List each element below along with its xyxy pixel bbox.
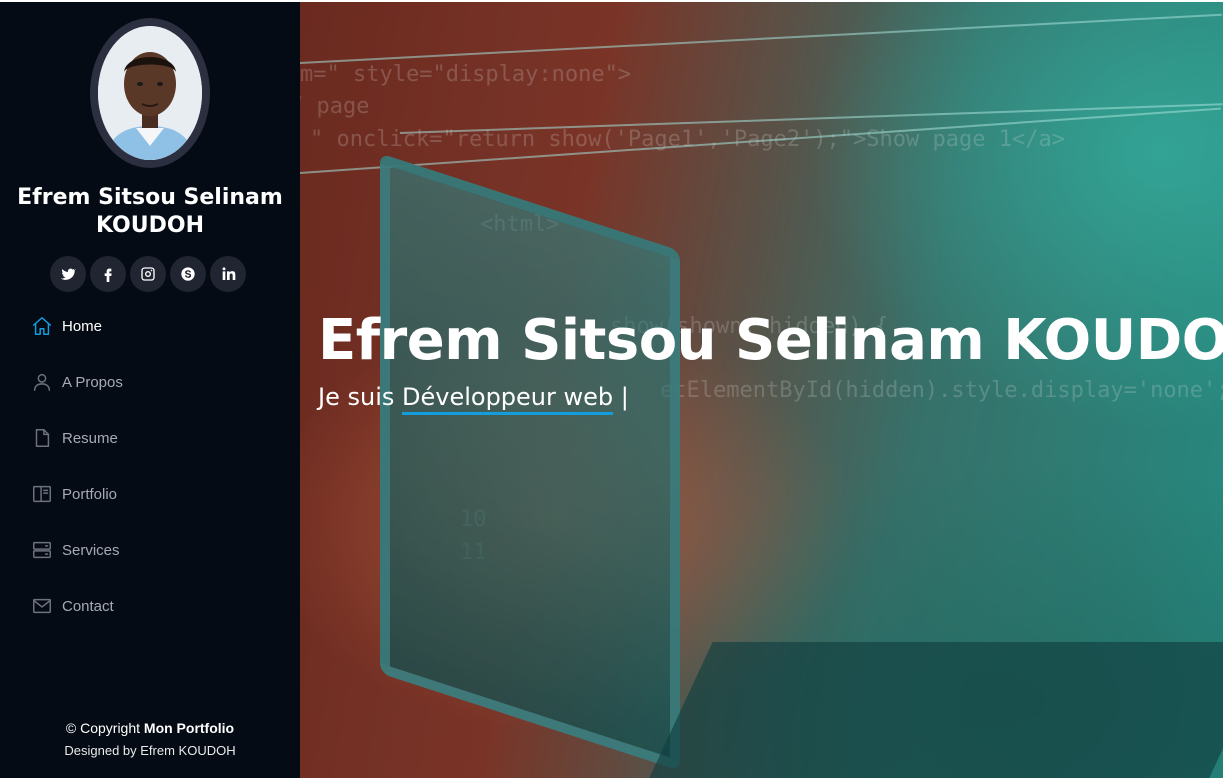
skype-link[interactable] — [170, 256, 206, 292]
facebook-link[interactable] — [90, 256, 126, 292]
credits: Designed by Efrem KOUDOH — [64, 743, 236, 758]
typed-cursor: | — [620, 383, 629, 411]
hero-title: Efrem Sitsou Selinam KOUDOH — [318, 308, 1223, 373]
nav-item-services[interactable]: Services — [0, 522, 300, 578]
hero-subtitle: Je suis Développeur web | — [318, 383, 629, 415]
avatar-frame — [90, 18, 210, 168]
nav-item-label: Home — [62, 317, 103, 335]
nav-item-label: Contact — [62, 597, 114, 615]
linkedin-link[interactable] — [210, 256, 246, 292]
nav-item-home[interactable]: Home — [0, 298, 300, 354]
file-icon — [31, 427, 53, 449]
twitter-link[interactable] — [50, 256, 86, 292]
nav-item-contact[interactable]: Contact — [0, 578, 300, 634]
nav-item-label: Services — [62, 541, 120, 559]
nav-item-resume[interactable]: Resume — [0, 410, 300, 466]
avatar — [98, 26, 202, 160]
server-icon — [31, 539, 53, 561]
instagram-link[interactable] — [130, 256, 166, 292]
copyright-brand: Mon Portfolio — [143, 720, 235, 736]
nav-item-label: A Propos — [62, 373, 123, 391]
subtitle-prefix: Je suis — [318, 383, 395, 411]
profile-name: Efrem Sitsou Selinam KOUDOH — [17, 185, 283, 238]
linkedin-icon — [220, 266, 236, 282]
sidebar: Efrem Sitsou Selinam KOUDOH Home A Propo… — [0, 2, 300, 778]
social-links — [50, 256, 246, 292]
nav-item-label: Portfolio — [62, 485, 118, 503]
copyright: © Copyright Mon Portfolio — [0, 720, 300, 736]
skype-icon — [180, 266, 196, 282]
footer: © Copyright Mon Portfolio Designed by Ef… — [0, 720, 300, 758]
nav-item-portfolio[interactable]: Portfolio — [0, 466, 300, 522]
home-icon — [31, 315, 53, 337]
twitter-icon — [60, 266, 76, 282]
typed-text: Développeur web — [402, 383, 614, 415]
envelope-icon — [31, 595, 53, 617]
nav-item-about[interactable]: A Propos — [0, 354, 300, 410]
facebook-icon — [100, 266, 116, 282]
user-icon — [31, 371, 53, 393]
nav-item-label: Resume — [62, 429, 118, 447]
instagram-icon — [140, 266, 156, 282]
main-nav: Home A Propos Resume Portfolio Services — [0, 298, 300, 634]
copyright-prefix: © Copyright — [65, 720, 141, 736]
portfolio-icon — [31, 483, 53, 505]
